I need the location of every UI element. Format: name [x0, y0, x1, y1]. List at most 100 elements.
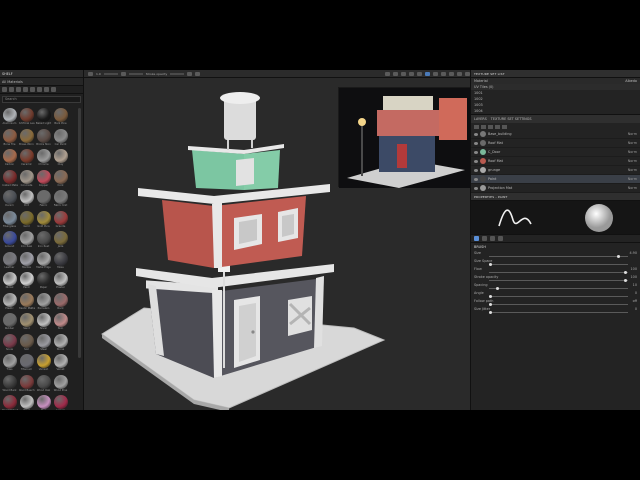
material-swatch[interactable]: Snow	[1, 333, 18, 354]
slider-handle[interactable]	[623, 270, 627, 274]
slider-handle[interactable]	[489, 302, 492, 306]
alphas-icon[interactable]	[37, 87, 42, 92]
3d-viewport[interactable]	[84, 78, 473, 410]
slider-track[interactable]	[489, 312, 628, 313]
layer-row[interactable]: Projection Mat Norm	[471, 184, 640, 193]
material-swatch[interactable]: Velvet	[52, 354, 69, 374]
material-swatch[interactable]: Plaster	[52, 272, 69, 292]
shelf-tab-all-materials[interactable]: All Materials	[0, 78, 83, 86]
material-swatch[interactable]: Aluminium	[1, 108, 18, 128]
material-swatch[interactable]: Jade	[52, 231, 69, 251]
material-swatch[interactable]: Nickel	[1, 272, 18, 292]
material-swatch[interactable]: Bark Pine	[52, 108, 69, 128]
brush-tab-icon[interactable]	[474, 236, 479, 241]
material-swatch[interactable]: Concrete	[18, 169, 35, 190]
tab-layers[interactable]: LAYERS	[474, 117, 487, 121]
slider-value[interactable]: 0	[635, 291, 637, 295]
stroke-opacity-slider[interactable]	[170, 72, 185, 75]
procedurals-icon[interactable]	[51, 87, 56, 92]
slider-handle[interactable]	[616, 254, 620, 258]
material-swatch[interactable]: Copper	[35, 169, 52, 190]
material-swatch[interactable]: Iron Rust	[35, 231, 52, 251]
alpha-tab-icon[interactable]	[490, 236, 495, 241]
screenshot-icon[interactable]	[417, 71, 422, 76]
material-swatch[interactable]: Gold Pure	[35, 210, 52, 231]
flow-icon[interactable]	[120, 71, 126, 76]
material-swatch[interactable]: Rubber	[1, 313, 18, 333]
visibility-eye-icon[interactable]	[474, 159, 478, 163]
material-swatch[interactable]: Paper	[35, 272, 52, 292]
material-swatch[interactable]: Bone Tile	[1, 128, 18, 149]
material-swatch[interactable]: Steel	[35, 333, 52, 354]
material-swatch[interactable]: Denim	[1, 190, 18, 210]
layer-blend-mode[interactable]: Norm	[628, 150, 637, 154]
material-swatch[interactable]: Bricks Ston	[35, 128, 52, 149]
material-swatch[interactable]: Gold	[18, 210, 35, 231]
material-swatch[interactable]: Wool	[18, 395, 35, 410]
material-swatch[interactable]: Wood Bark	[1, 374, 18, 395]
material-swatch[interactable]: Granite	[52, 210, 69, 231]
material-swatch[interactable]: Fabric	[35, 190, 52, 210]
add-mask-icon[interactable]	[488, 124, 493, 129]
material-swatch[interactable]: Artificial Lea	[18, 108, 35, 128]
slider-track[interactable]	[489, 264, 628, 265]
slider-track[interactable]	[489, 304, 628, 305]
layer-blend-mode[interactable]: Norm	[628, 186, 637, 190]
material-swatch[interactable]: Plastic	[1, 292, 18, 313]
visibility-eye-icon[interactable]	[474, 150, 478, 154]
material-swatch[interactable]: Fiberglass	[1, 210, 18, 231]
material-swatch[interactable]: Moss	[52, 251, 69, 272]
material-swatch[interactable]: Sand	[18, 313, 35, 333]
slider-handle[interactable]	[495, 286, 499, 290]
material-swatch[interactable]: Paint	[18, 272, 35, 292]
layer-blend-mode[interactable]: Norm	[628, 177, 637, 181]
grunges-icon[interactable]	[44, 87, 49, 92]
clone-tool-icon[interactable]	[457, 71, 462, 76]
visibility-eye-icon[interactable]	[474, 168, 478, 172]
layer-row[interactable]: Roof Mat Norm	[471, 157, 640, 166]
lazy-mouse-icon[interactable]	[195, 71, 201, 76]
material-swatch[interactable]: Ceramic	[18, 149, 35, 169]
visibility-eye-icon[interactable]	[474, 177, 478, 181]
projection-tool-icon[interactable]	[441, 71, 446, 76]
material-swatch[interactable]: Skin	[52, 313, 69, 333]
shelf-scrollbar[interactable]	[78, 108, 81, 358]
filter-icon[interactable]	[2, 87, 7, 92]
material-swatch[interactable]: Clay	[52, 149, 69, 169]
material-swatch[interactable]: Dirt	[18, 190, 35, 210]
material-swatch[interactable]: Wood Pine	[52, 374, 69, 395]
material-swatch[interactable]: Brass Worn	[18, 128, 35, 149]
slider-value[interactable]: 100	[631, 275, 637, 279]
layer-row[interactable]: Roof Mat Norm	[471, 139, 640, 148]
material-swatch[interactable]: Ground	[1, 231, 18, 251]
add-folder-icon[interactable]	[495, 124, 500, 129]
material-swatch[interactable]: Zinc	[35, 395, 52, 410]
material-swatch[interactable]: Marble	[18, 251, 35, 272]
slider-track[interactable]	[489, 288, 628, 289]
layer-row[interactable]: C_Door Norm	[471, 148, 640, 157]
add-fill-icon[interactable]	[481, 124, 486, 129]
material-swatch[interactable]: Porcelain	[35, 292, 52, 313]
slider-track[interactable]	[489, 280, 628, 281]
layer-row[interactable]: Paint Norm	[471, 175, 640, 184]
slider-handle[interactable]	[489, 262, 492, 266]
material-swatch[interactable]: Tiles	[1, 354, 18, 374]
material-swatch[interactable]: Wood Beech	[18, 374, 35, 395]
share-icon[interactable]	[409, 71, 414, 76]
material-swatch[interactable]: Cork	[52, 169, 69, 190]
smudge-tool-icon[interactable]	[449, 71, 454, 76]
material-swatch[interactable]: Chrome	[35, 149, 52, 169]
slider-track[interactable]	[489, 296, 628, 297]
material-swatch[interactable]: Titanium	[18, 354, 35, 374]
material-swatch[interactable]: Car Paint	[52, 128, 69, 149]
slider-handle[interactable]	[623, 278, 627, 282]
layer-blend-mode[interactable]: Norm	[628, 141, 637, 145]
materials-icon[interactable]	[9, 87, 14, 92]
layer-blend-mode[interactable]: Norm	[628, 132, 637, 136]
albedo-label[interactable]: Albedo	[625, 79, 637, 83]
material-swatch[interactable]: Metal Edge	[35, 251, 52, 272]
brush-size-icon[interactable]	[88, 71, 93, 76]
material-tab-icon[interactable]	[482, 236, 487, 241]
material-swatch[interactable]: Wood Walnut	[1, 395, 18, 410]
material-swatch[interactable]: Varnish	[35, 354, 52, 374]
